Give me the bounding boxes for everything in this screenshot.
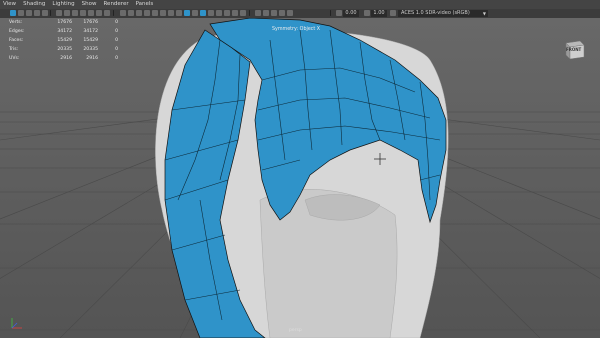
separator bbox=[330, 10, 331, 16]
menu-renderer[interactable]: Renderer bbox=[100, 0, 132, 9]
xray-active-components-icon[interactable] bbox=[200, 10, 206, 16]
hud-value: 0 bbox=[115, 47, 118, 52]
hud-row: Verts: 17676 17676 0 bbox=[0, 20, 130, 28]
lock-camera-icon[interactable] bbox=[18, 10, 24, 16]
hud-row: Faces: 15429 15429 0 bbox=[0, 38, 130, 46]
sync-icon[interactable] bbox=[263, 10, 269, 16]
smooth-shade-icon[interactable] bbox=[128, 10, 134, 16]
hud-value: 34172 bbox=[83, 29, 98, 34]
exposure-icon[interactable] bbox=[287, 10, 293, 16]
menu-view[interactable]: View bbox=[0, 0, 20, 9]
xray-joints-icon[interactable] bbox=[208, 10, 214, 16]
hud-row: Edges: 34172 34172 0 bbox=[0, 29, 130, 37]
camera-label: persp bbox=[289, 328, 302, 333]
separator bbox=[249, 10, 250, 16]
viewport-canvas bbox=[0, 18, 600, 338]
shadows-icon[interactable] bbox=[168, 10, 174, 16]
hud-row: Tris: 20335 20335 0 bbox=[0, 47, 130, 55]
hud-value: 15429 bbox=[83, 38, 98, 43]
hud-label: UVs: bbox=[9, 56, 20, 61]
film-gate-icon[interactable] bbox=[64, 10, 70, 16]
hud-value: 17676 bbox=[83, 20, 98, 25]
exposure-field[interactable]: 0.00 bbox=[343, 10, 359, 17]
color-space-label: ACES 1.0 SDR-video (sRGB) bbox=[401, 10, 470, 16]
hud-row: UVs: 2916 2916 0 bbox=[0, 56, 130, 64]
safe-action-icon[interactable] bbox=[96, 10, 102, 16]
hud-value: 0 bbox=[115, 20, 118, 25]
field-chart-icon[interactable] bbox=[88, 10, 94, 16]
hud-value: 0 bbox=[115, 38, 118, 43]
menu-lighting[interactable]: Lighting bbox=[49, 0, 78, 9]
backface-culling-icon[interactable] bbox=[216, 10, 222, 16]
menu-panels[interactable]: Panels bbox=[133, 0, 158, 9]
menu-bar: View Shading Lighting Show Renderer Pane… bbox=[0, 0, 600, 9]
hud-value: 2916 bbox=[86, 56, 98, 61]
hud-value: 20335 bbox=[57, 47, 72, 52]
menu-show[interactable]: Show bbox=[79, 0, 101, 9]
select-camera-icon[interactable] bbox=[10, 10, 16, 16]
wireframe-icon[interactable] bbox=[120, 10, 126, 16]
hud-value: 0 bbox=[115, 29, 118, 34]
menu-shading[interactable]: Shading bbox=[20, 0, 49, 9]
hud-icon[interactable] bbox=[255, 10, 261, 16]
panel-toolbar: 0.00 1.00 ACES 1.0 SDR-video (sRGB) ▼ bbox=[0, 9, 600, 18]
xray-icon[interactable] bbox=[192, 10, 198, 16]
gate-mask-icon[interactable] bbox=[80, 10, 86, 16]
hud-label: Tris: bbox=[9, 47, 19, 52]
hud-value: 0 bbox=[115, 56, 118, 61]
separator bbox=[113, 10, 114, 16]
color-space-dropdown[interactable]: ACES 1.0 SDR-video (sRGB) ▼ bbox=[398, 10, 488, 17]
bookmark-icon[interactable] bbox=[34, 10, 40, 16]
symmetry-label: Symmetry: Object X bbox=[272, 27, 321, 32]
default-material-icon[interactable] bbox=[144, 10, 150, 16]
chevron-down-icon: ▼ bbox=[482, 11, 486, 16]
view-transform-icon[interactable] bbox=[390, 10, 396, 16]
hud-value: 15429 bbox=[57, 38, 72, 43]
hud-label: Faces: bbox=[9, 38, 24, 43]
hud-label: Edges: bbox=[9, 29, 25, 34]
viewcube-label: FRONT bbox=[566, 47, 582, 52]
tear-off-icon[interactable] bbox=[271, 10, 277, 16]
hud-label: Verts: bbox=[9, 20, 23, 25]
separator bbox=[50, 10, 51, 16]
hud-value: 2916 bbox=[60, 56, 72, 61]
use-lights-icon[interactable] bbox=[160, 10, 166, 16]
multisample-icon[interactable] bbox=[224, 10, 230, 16]
motion-blur-icon[interactable] bbox=[232, 10, 238, 16]
hud-value: 17676 bbox=[57, 20, 72, 25]
image-plane-icon[interactable] bbox=[42, 10, 48, 16]
camera-attributes-icon[interactable] bbox=[26, 10, 32, 16]
gamma-field[interactable]: 1.00 bbox=[371, 10, 387, 17]
gamma-icon[interactable] bbox=[364, 10, 370, 16]
panel-layout-icon[interactable] bbox=[279, 10, 285, 16]
hud-value: 34172 bbox=[57, 29, 72, 34]
screen-space-ao-icon[interactable] bbox=[176, 10, 182, 16]
hud-value: 20335 bbox=[83, 47, 98, 52]
depth-of-field-icon[interactable] bbox=[240, 10, 246, 16]
safe-title-icon[interactable] bbox=[104, 10, 110, 16]
isolate-select-icon[interactable] bbox=[184, 10, 190, 16]
wireframe-on-shaded-icon[interactable] bbox=[136, 10, 142, 16]
exposure-icon[interactable] bbox=[336, 10, 342, 16]
textured-icon[interactable] bbox=[152, 10, 158, 16]
resolution-gate-icon[interactable] bbox=[72, 10, 78, 16]
viewport-3d[interactable]: Verts: 17676 17676 0 Edges: 34172 34172 … bbox=[0, 18, 600, 338]
grid-icon[interactable] bbox=[56, 10, 62, 16]
